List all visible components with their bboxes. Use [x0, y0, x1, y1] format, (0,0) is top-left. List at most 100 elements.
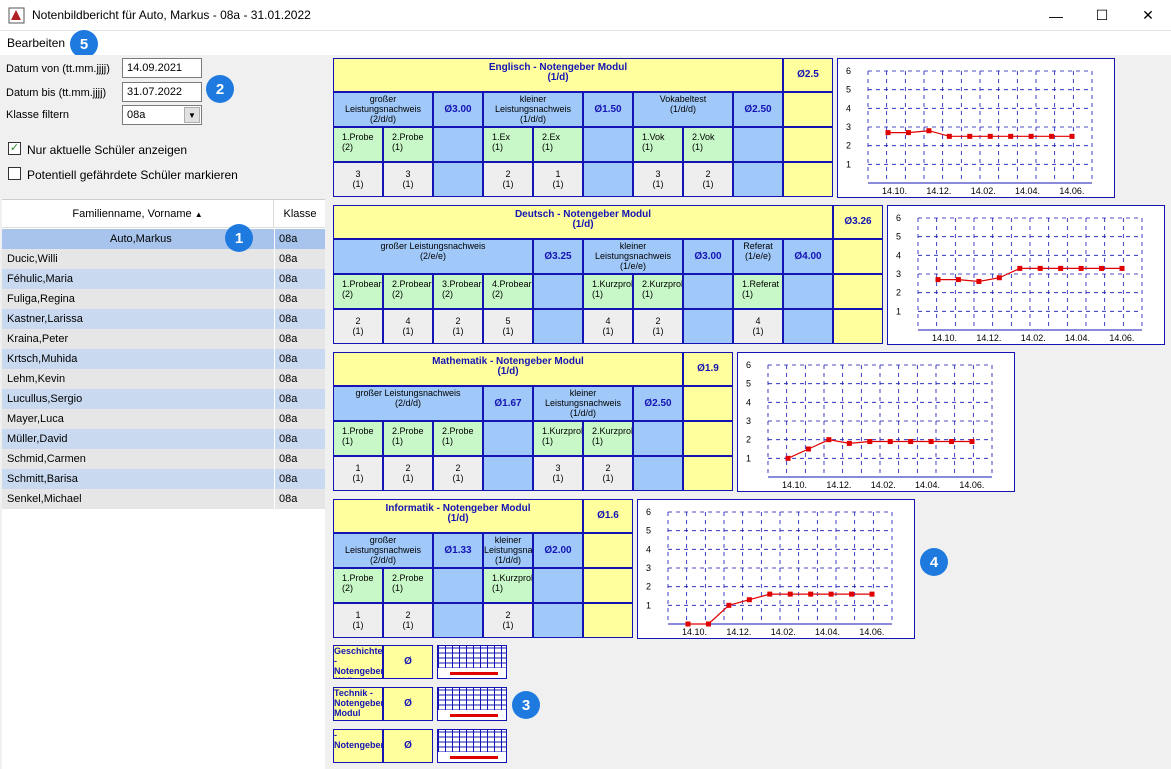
deutsch-exam-header[interactable]: 1.Referat (1) — [733, 274, 783, 309]
student-row[interactable]: Lucullus,Sergio 08a — [2, 389, 325, 409]
only-current-checkbox[interactable]: ✓ — [8, 142, 21, 155]
englisch-exam-grade[interactable]: 2 (1) — [683, 162, 733, 197]
englisch-group-average: Ø3.00 — [433, 92, 483, 127]
student-row[interactable]: Müller,David 08a — [2, 429, 325, 449]
englisch-exam-grade[interactable]: 3 (1) — [383, 162, 433, 197]
informatik-exam-header[interactable]: 1.Probe (2) — [333, 568, 383, 603]
date-from-label: Datum von (tt.mm.jjjj) — [6, 63, 110, 75]
deutsch-exam-grade[interactable]: 2 (1) — [433, 309, 483, 344]
minimize-button[interactable]: — — [1033, 0, 1079, 31]
y-tick-label: 5 — [846, 85, 851, 95]
deutsch-exam-grade[interactable]: 2 (1) — [333, 309, 383, 344]
menu-bearbeiten[interactable]: Bearbeiten — [7, 36, 65, 50]
englisch-exam-header[interactable]: 1.Ex (1) — [483, 127, 533, 162]
englisch-exam-grade[interactable]: 2 (1) — [483, 162, 533, 197]
student-name: Auto,Markus — [110, 233, 172, 245]
deutsch-exam-header[interactable]: 1.Kurzprobe (1) — [583, 274, 633, 309]
student-row[interactable]: Senkel,Michael 08a — [2, 489, 325, 509]
student-row[interactable]: Mayer,Luca 08a — [2, 409, 325, 429]
deutsch-exam-header[interactable]: 3.Probearbe (2) — [433, 274, 483, 309]
englisch-exam-header[interactable]: 2.Vok (1) — [683, 127, 733, 162]
student-row[interactable]: Fuliga,Regina 08a — [2, 289, 325, 309]
mathe-exam-grade[interactable]: 2 (1) — [433, 456, 483, 491]
mathe-exam-grade[interactable]: 1 (1) — [333, 456, 383, 491]
deutsch-exam-header[interactable]: 2.Probearbe (2) — [383, 274, 433, 309]
y-tick-label: 2 — [846, 141, 851, 151]
mark-risk-checkbox[interactable] — [8, 167, 21, 180]
mathe-exam-header[interactable]: 1.Kurzprobe (1) — [533, 421, 583, 456]
deutsch-exam-header[interactable]: 1.Probearbe (2) — [333, 274, 383, 309]
x-tick-label: 14.02. — [1021, 333, 1046, 343]
student-name: Senkel,Michael — [7, 493, 82, 505]
grade-trend-chart-deutsch: 1 2 3 4 5 6 14.10. 14.12. 14.02. 14.04. 14.06. — [887, 205, 1165, 345]
maximize-button[interactable]: ☐ — [1079, 0, 1125, 31]
chart-svg: 1 2 3 4 5 6 14.10. 14.12. 14.02. 14.04. 14.06. — [746, 360, 993, 490]
deutsch-exam-header[interactable]: 2.Kurzprobe (1) — [633, 274, 683, 309]
englisch-avg-spacer — [783, 127, 833, 162]
header-class-column[interactable]: Klasse — [275, 200, 325, 228]
deutsch-group-spacer — [783, 309, 833, 344]
student-row[interactable]: Auto,Markus 08a — [2, 229, 325, 249]
student-class: 08a — [279, 333, 298, 345]
mathe-exam-header[interactable]: 2.Probe (1) — [433, 421, 483, 456]
mathe-exam-grade[interactable]: 2 (1) — [583, 456, 633, 491]
close-button[interactable]: ✕ — [1125, 0, 1171, 31]
data-point — [967, 133, 973, 139]
y-tick-label: 5 — [646, 526, 651, 536]
student-row[interactable]: Ducic,Willi 08a — [2, 249, 325, 269]
student-row[interactable]: Schmid,Carmen 08a — [2, 449, 325, 469]
y-tick-label: 3 — [646, 563, 651, 573]
englisch-exam-grade[interactable]: 1 (1) — [533, 162, 583, 197]
informatik-exam-header[interactable]: 2.Probe (1) — [383, 568, 433, 603]
student-row[interactable]: Kraina,Peter 08a — [2, 329, 325, 349]
chevron-down-icon[interactable]: ▼ — [184, 107, 200, 123]
student-row[interactable]: Lehm,Kevin 08a — [2, 369, 325, 389]
mathe-exam-grade[interactable]: 2 (1) — [383, 456, 433, 491]
date-from-input[interactable]: 14.09.2021 — [122, 58, 202, 78]
deutsch-exam-grade[interactable]: 4 (1) — [583, 309, 633, 344]
student-name: Lehm,Kevin — [7, 373, 66, 385]
englisch-exam-grade[interactable]: 3 (1) — [333, 162, 383, 197]
student-row[interactable]: Kastner,Larissa 08a — [2, 309, 325, 329]
deutsch-exam-grade[interactable]: 4 (1) — [733, 309, 783, 344]
student-row[interactable]: Schmitt,Barisa 08a — [2, 469, 325, 489]
data-point — [1069, 133, 1075, 139]
informatik-exam-grade[interactable]: 1 (1) — [333, 603, 383, 638]
englisch-exam-header[interactable]: 1.Vok (1) — [633, 127, 683, 162]
header-name-column[interactable]: Familienname, Vorname ▲ — [2, 200, 274, 228]
mathe-exam-grade[interactable]: 3 (1) — [533, 456, 583, 491]
deutsch-exam-grade[interactable]: 2 (1) — [633, 309, 683, 344]
englisch-avg-spacer — [783, 92, 833, 127]
class-filter-select[interactable]: 08a ▼ — [122, 105, 202, 125]
y-tick-label: 4 — [896, 250, 901, 260]
x-tick-label: 14.06. — [859, 627, 884, 637]
mathe-exam-header[interactable]: 1.Probe (1) — [333, 421, 383, 456]
informatik-group-spacer — [433, 568, 483, 603]
englisch-exam-header[interactable]: 1.Probe (2) — [333, 127, 383, 162]
englisch-group-average: Ø1.50 — [583, 92, 633, 127]
informatik-exam-grade[interactable]: 2 (1) — [483, 603, 533, 638]
englisch-exam-grade[interactable]: 3 (1) — [633, 162, 683, 197]
deutsch-exam-grade[interactable]: 5 (1) — [483, 309, 533, 344]
chart-svg: 1 2 3 4 5 6 14.10. 14.12. 14.02. 14.04. 14.06. — [896, 213, 1143, 343]
informatik-exam-grade[interactable]: 2 (1) — [383, 603, 433, 638]
date-to-input[interactable]: 31.07.2022 — [122, 82, 202, 102]
student-row[interactable]: Krtsch,Muhida 08a — [2, 349, 325, 369]
data-point — [1008, 133, 1014, 139]
deutsch-exam-grade[interactable]: 4 (1) — [383, 309, 433, 344]
englisch-exam-header[interactable]: 2.Ex (1) — [533, 127, 583, 162]
mini-chart-line — [450, 672, 498, 675]
small-subject-average: Ø — [383, 729, 433, 763]
x-tick-label: 14.04. — [815, 627, 840, 637]
deutsch-avg-spacer — [833, 239, 883, 274]
y-tick-label: 5 — [746, 379, 751, 389]
informatik-exam-header[interactable]: 1.Kurzprobe (1) — [483, 568, 533, 603]
englisch-group-spacer — [733, 127, 783, 162]
englisch-exam-header[interactable]: 2.Probe (1) — [383, 127, 433, 162]
small-subject-title: Technik - Notengeber Modul — [333, 687, 383, 721]
deutsch-group-spacer — [533, 274, 583, 309]
deutsch-exam-header[interactable]: 4.Probearbe (2) — [483, 274, 533, 309]
mathe-exam-header[interactable]: 2.Kurzprobe (1) — [583, 421, 633, 456]
student-row[interactable]: Féhulic,Maria 08a — [2, 269, 325, 289]
mathe-exam-header[interactable]: 2.Probe (1) — [383, 421, 433, 456]
